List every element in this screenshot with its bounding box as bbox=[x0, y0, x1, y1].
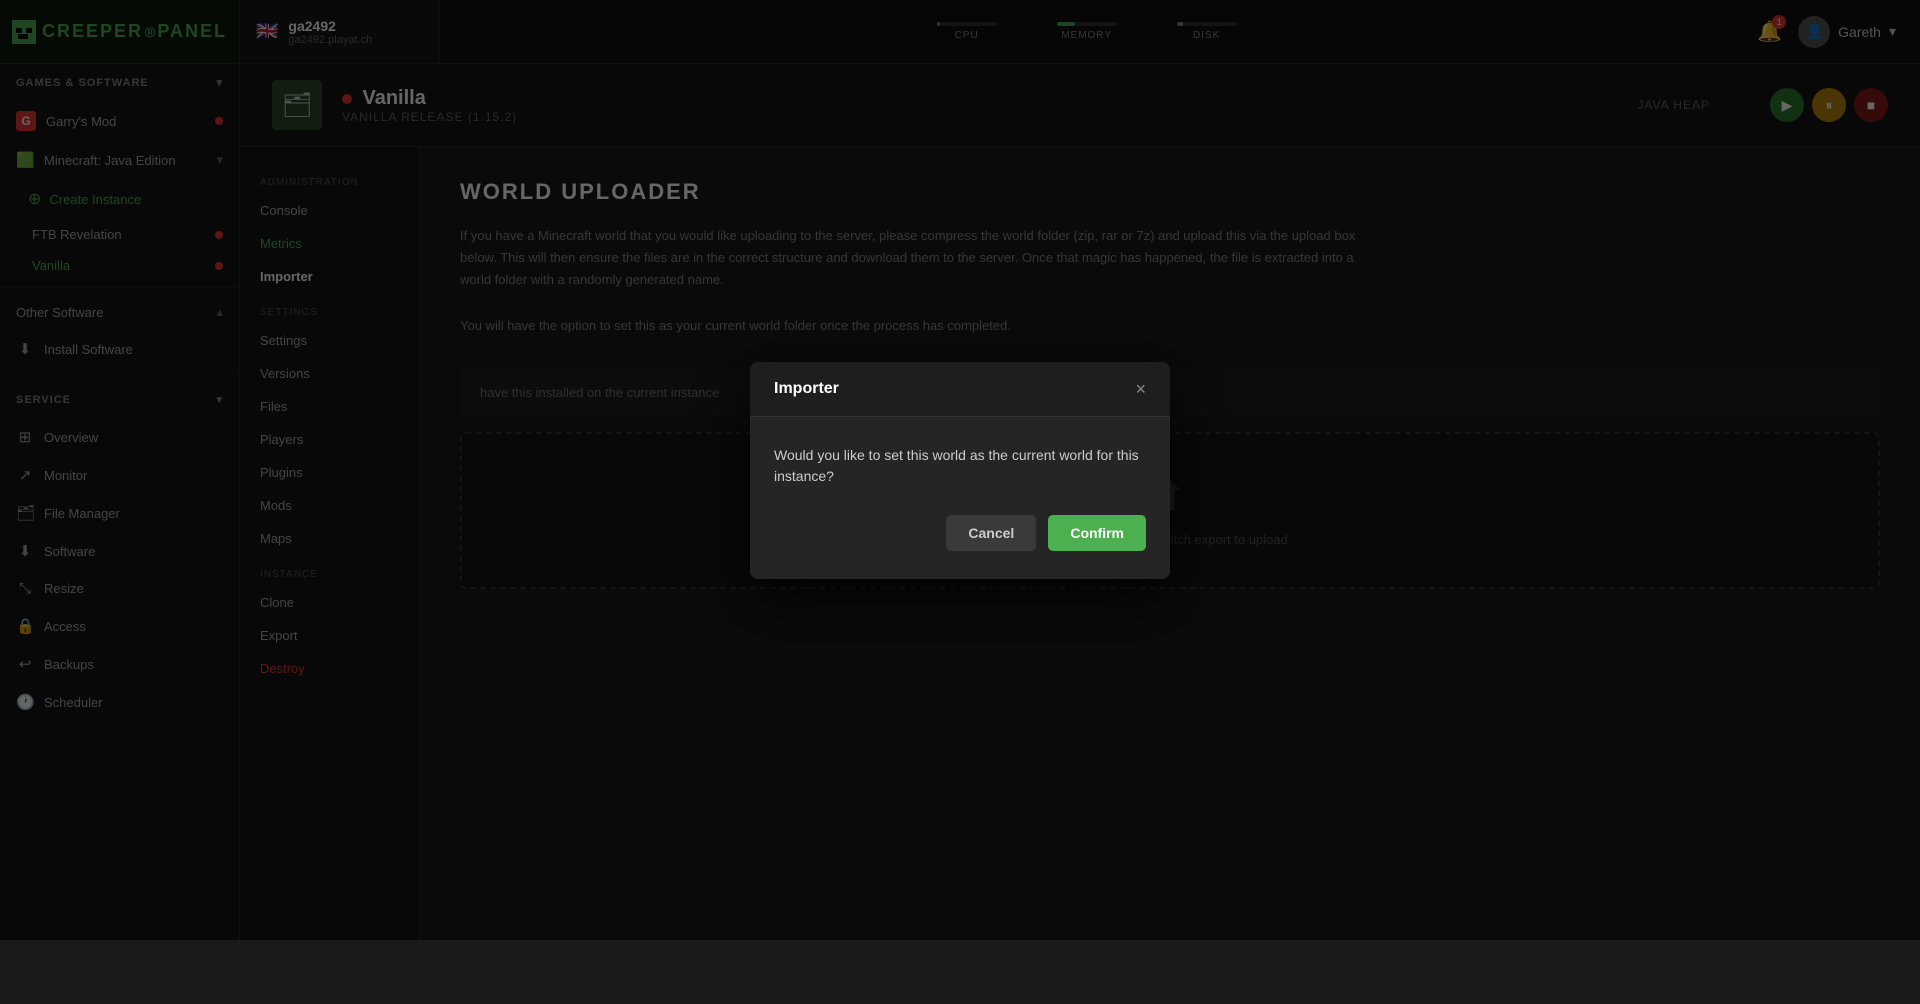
modal-close-button[interactable]: × bbox=[1135, 380, 1146, 398]
modal-actions: Cancel Confirm bbox=[774, 515, 1146, 551]
modal-title: Importer bbox=[774, 380, 839, 398]
confirm-button[interactable]: Confirm bbox=[1048, 515, 1146, 551]
modal-body-text: Would you like to set this world as the … bbox=[774, 445, 1146, 487]
modal-header: Importer × bbox=[750, 362, 1170, 417]
cancel-button[interactable]: Cancel bbox=[946, 515, 1036, 551]
modal-body: Would you like to set this world as the … bbox=[750, 417, 1170, 579]
importer-modal: Importer × Would you like to set this wo… bbox=[750, 362, 1170, 579]
modal-overlay[interactable]: Importer × Would you like to set this wo… bbox=[0, 0, 1920, 940]
